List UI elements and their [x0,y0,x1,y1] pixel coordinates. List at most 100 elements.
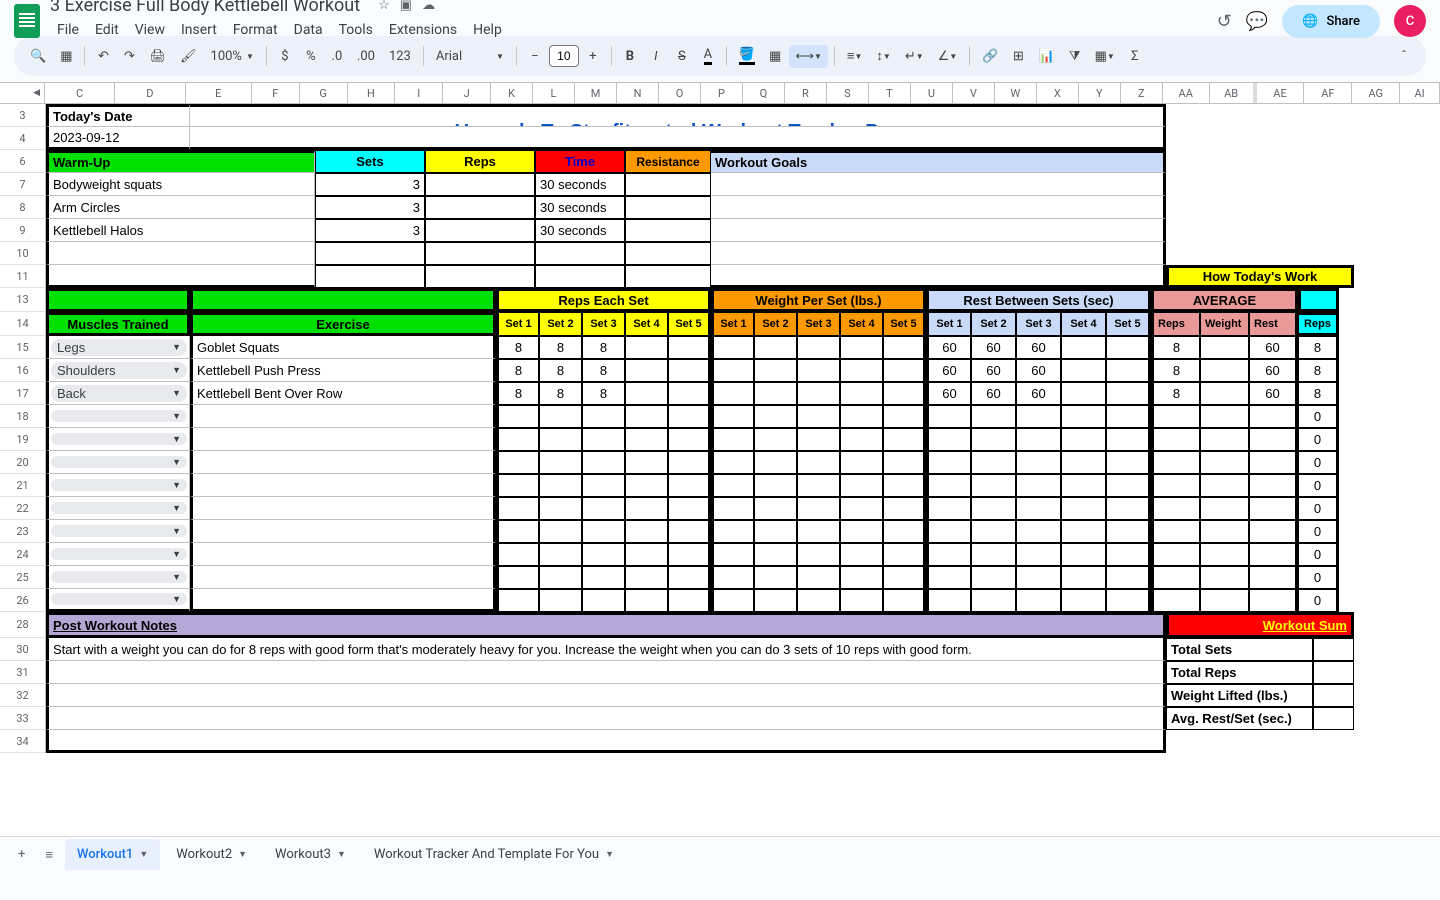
muscle-dropdown[interactable]: ▼ [46,405,190,428]
undo-icon[interactable]: ↶ [91,45,115,68]
exercise-cell[interactable] [190,474,496,497]
star-icon[interactable]: ☆ [378,0,390,13]
percent-icon[interactable]: % [299,45,323,68]
filter-icon[interactable]: ⧩ [1063,45,1087,68]
exercise-cell[interactable] [190,543,496,566]
muscle-dropdown[interactable]: ▼ [46,566,190,589]
paint-format-icon[interactable]: 🖌 [174,45,203,68]
todays-date-label: Today's Date [46,104,190,127]
spreadsheet-grid[interactable]: 3 Today's Date Upgrade To Stayfitcentral… [0,104,1440,836]
menu-help[interactable]: Help [466,18,509,42]
tab-workout2[interactable]: Workout2▼ [164,839,259,870]
exercise-cell[interactable]: Goblet Squats [190,336,496,359]
muscle-dropdown[interactable]: ▼ [46,543,190,566]
increase-font-icon[interactable]: + [581,45,605,68]
decrease-font-icon[interactable]: − [523,45,547,68]
exercise-cell[interactable] [190,428,496,451]
strike-icon[interactable]: S [670,45,694,68]
avatar[interactable]: C [1394,5,1426,37]
cloud-icon[interactable]: ☁ [422,0,435,13]
exercise-cell[interactable] [190,451,496,474]
print-area-icon[interactable]: ▦ [54,45,78,68]
warmup-name[interactable]: Arm Circles [46,196,315,219]
colhdr-c[interactable]: C [45,83,115,103]
exercise-cell[interactable]: Kettlebell Push Press [190,359,496,382]
doc-name[interactable]: 3 Exercise Full Body Kettlebell Workout [50,0,360,16]
collapse-icon[interactable]: ˆ [1392,45,1416,68]
comment-icon[interactable]: 💬 [1246,11,1268,32]
share-button[interactable]: 🌐 Share [1282,5,1380,38]
insert-comment-icon[interactable]: ⊞ [1006,45,1030,68]
menu-view[interactable]: View [128,18,172,42]
insert-chart-icon[interactable]: 📊 [1032,45,1060,68]
menu-file[interactable]: File [50,18,86,42]
halign-icon[interactable]: ≡ ▼ [841,44,869,68]
menu-tools[interactable]: Tools [332,18,380,42]
muscle-dropdown[interactable]: ▼ [46,520,190,543]
muscle-dropdown[interactable]: ▼ [46,497,190,520]
filter-views-icon[interactable]: ▦ ▼ [1089,45,1121,68]
increase-decimal-icon[interactable]: .00 [351,45,381,68]
exercise-cell[interactable] [190,405,496,428]
tab-workout3[interactable]: Workout3▼ [263,839,358,870]
font-size-input[interactable] [549,45,579,67]
merge-icon[interactable]: ⟷ ▼ [789,45,828,68]
bold-icon[interactable]: B [618,45,642,68]
time-header: Time [535,150,625,173]
tab-template[interactable]: Workout Tracker And Template For You▼ [362,839,626,870]
muscle-dropdown[interactable]: ▼ [46,589,190,612]
how-today-label: How Today's Work [1166,265,1354,288]
more-formats-icon[interactable]: 123 [383,45,417,68]
tab-workout1[interactable]: Workout1▼ [65,839,160,870]
warmup-header: Warm-Up [46,150,315,173]
colhdr-e[interactable]: E [186,83,252,103]
text-color-icon[interactable]: A [696,43,720,69]
fill-color-icon[interactable]: 🪣 [733,43,761,69]
row-header[interactable]: 3 [0,104,46,127]
sheets-logo[interactable] [14,4,40,38]
exercise-cell[interactable] [190,497,496,520]
warmup-name[interactable]: Kettlebell Halos [46,219,315,242]
decrease-decimal-icon[interactable]: .0 [325,45,349,68]
currency-icon[interactable]: $ [273,45,297,68]
add-sheet-icon[interactable]: + [10,841,33,868]
valign-icon[interactable]: ↕ ▼ [870,44,896,68]
exercise-cell[interactable] [190,566,496,589]
move-icon[interactable]: ▣ [400,0,412,13]
reps-header: Reps [425,150,535,173]
upgrade-link[interactable]: Upgrade To Stayfitcentral Workout Tracke… [455,121,899,127]
zoom-select[interactable]: 100% ▼ [205,45,260,68]
post-notes-text[interactable]: Start with a weight you can do for 8 rep… [46,638,1166,661]
functions-icon[interactable]: Σ [1123,45,1147,68]
search-menus-icon[interactable]: 🔍 [24,45,52,68]
borders-icon[interactable]: ▦ [763,45,787,68]
exercise-cell[interactable] [190,589,496,612]
todays-date-value[interactable]: 2023-09-12 [46,127,190,150]
average-header: AVERAGE [1151,288,1298,312]
history-icon[interactable]: ↺ [1217,11,1232,32]
menu-data[interactable]: Data [287,18,330,42]
menu-edit[interactable]: Edit [88,18,126,42]
menu-insert[interactable]: Insert [174,18,224,42]
rotate-icon[interactable]: ∠ ▼ [932,45,964,68]
warmup-name[interactable]: Bodyweight squats [46,173,315,196]
link-icon[interactable]: 🔗 [976,45,1004,68]
muscle-dropdown[interactable]: ▼ [46,451,190,474]
wrap-icon[interactable]: ↵ ▼ [899,45,930,68]
muscle-dropdown[interactable]: ▼ [46,428,190,451]
menu-extensions[interactable]: Extensions [382,18,464,42]
all-sheets-icon[interactable]: ≡ [37,841,61,869]
menu-format[interactable]: Format [226,18,285,42]
italic-icon[interactable]: I [644,45,668,68]
redo-icon[interactable]: ↷ [117,45,141,68]
muscle-dropdown[interactable]: Shoulders▼ [46,359,190,382]
muscle-dropdown[interactable]: ▼ [46,474,190,497]
muscle-dropdown[interactable]: Legs▼ [46,336,190,359]
muscle-dropdown[interactable]: Back▼ [46,382,190,405]
font-select[interactable]: Arial▼ [430,45,510,68]
exercise-cell[interactable] [190,520,496,543]
colhdr-d[interactable]: D [115,83,185,103]
column-headers[interactable]: ◀ C D E F G H I J K L M N O P Q R S T U … [0,82,1440,104]
exercise-cell[interactable]: Kettlebell Bent Over Row [190,382,496,405]
print-icon[interactable]: 🖨 [143,45,172,68]
